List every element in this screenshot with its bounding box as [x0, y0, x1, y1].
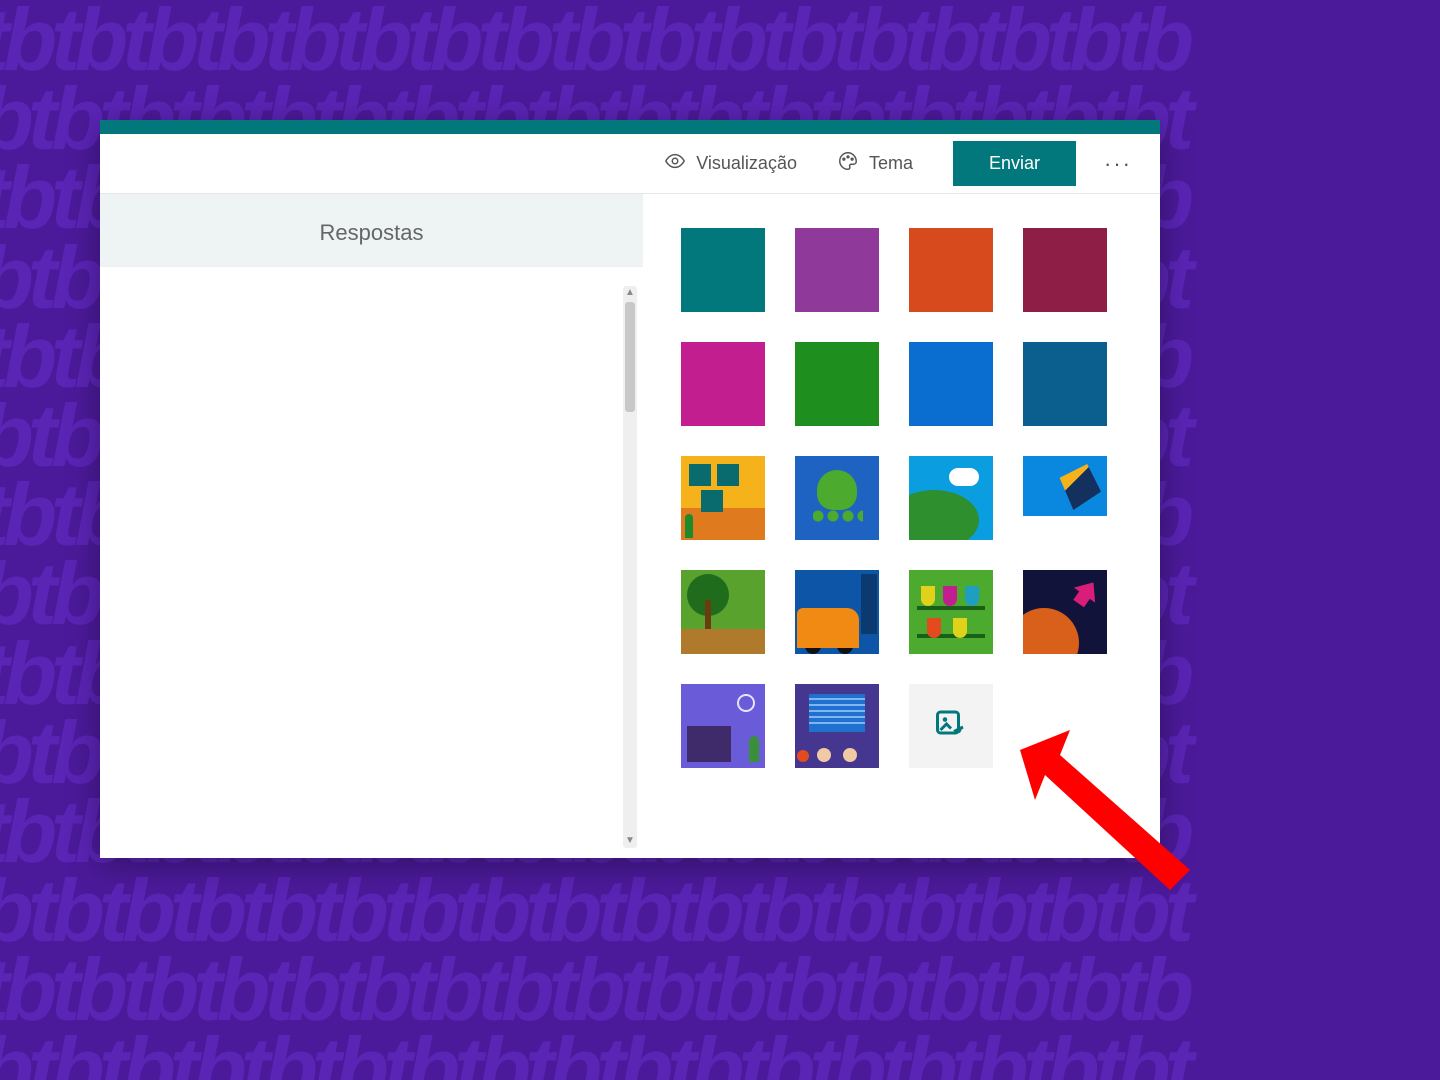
responses-body: [100, 266, 643, 858]
upload-image-icon: [933, 706, 969, 747]
theme-image-hills[interactable]: [909, 456, 993, 540]
window-titlebar: [100, 120, 1160, 134]
preview-label: Visualização: [696, 153, 797, 174]
responses-scrollbar[interactable]: ▲ ▼: [623, 286, 637, 848]
more-menu-button[interactable]: ···: [1094, 143, 1142, 185]
theme-image-octopus[interactable]: [795, 456, 879, 540]
tab-responses[interactable]: Respostas: [100, 194, 643, 266]
custom-theme-button[interactable]: [909, 684, 993, 768]
theme-image-snowboard[interactable]: [1023, 456, 1107, 540]
theme-image-lab[interactable]: [909, 570, 993, 654]
theme-color-blue[interactable]: [909, 342, 993, 426]
theme-image-desk[interactable]: [681, 684, 765, 768]
theme-image-van[interactable]: [795, 570, 879, 654]
eye-icon: [664, 150, 686, 177]
theme-image-space[interactable]: [1023, 570, 1107, 654]
scroll-up-icon[interactable]: ▲: [623, 286, 637, 300]
theme-image-park[interactable]: [681, 570, 765, 654]
theme-color-navy[interactable]: [1023, 342, 1107, 426]
theme-color-orange[interactable]: [909, 228, 993, 312]
theme-color-magenta[interactable]: [681, 342, 765, 426]
theme-image-room[interactable]: [681, 456, 765, 540]
preview-button[interactable]: Visualização: [648, 142, 813, 185]
theme-color-purple[interactable]: [795, 228, 879, 312]
theme-button[interactable]: Tema: [821, 142, 929, 185]
theme-grid: [681, 228, 1130, 768]
send-label: Enviar: [989, 153, 1040, 173]
send-button[interactable]: Enviar: [953, 141, 1076, 186]
palette-icon: [837, 150, 859, 177]
app-toolbar: Visualização Tema Enviar ···: [100, 134, 1160, 194]
theme-image-typing[interactable]: [795, 684, 879, 768]
theme-label: Tema: [869, 153, 913, 174]
forms-app-window: Visualização Tema Enviar ··· Respostas ▲: [100, 120, 1160, 858]
theme-picker-panel: [643, 194, 1160, 858]
responses-pane: Respostas ▲ ▼: [100, 194, 643, 858]
theme-color-green[interactable]: [795, 342, 879, 426]
scroll-down-icon[interactable]: ▼: [623, 834, 637, 848]
app-content: Respostas ▲ ▼: [100, 194, 1160, 858]
more-icon: ···: [1104, 151, 1132, 176]
tab-responses-label: Respostas: [320, 220, 424, 245]
theme-color-teal[interactable]: [681, 228, 765, 312]
theme-color-maroon[interactable]: [1023, 228, 1107, 312]
scrollbar-thumb[interactable]: [625, 302, 635, 412]
